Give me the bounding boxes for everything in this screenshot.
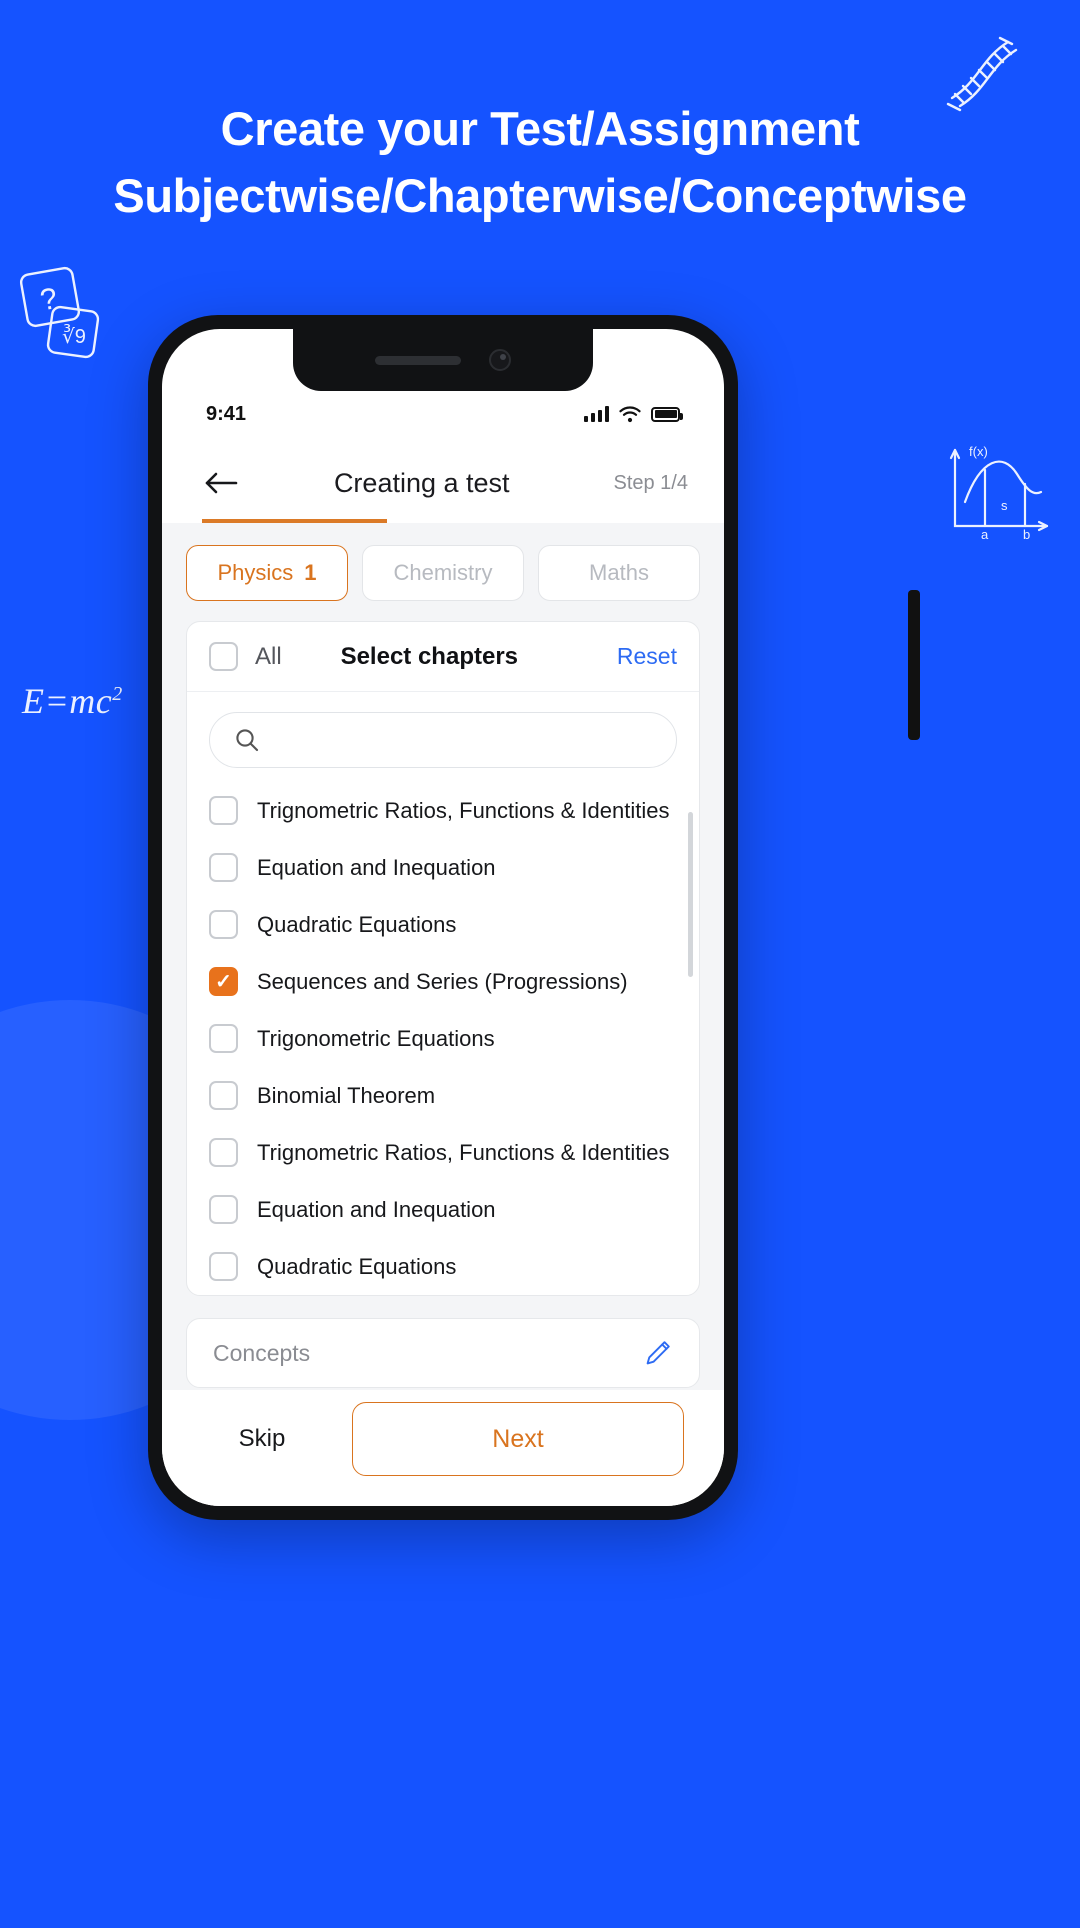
chapter-list-item[interactable]: Trignometric Ratios, Functions & Identit… [187, 782, 699, 839]
chapter-list-item[interactable]: Binomial Theorem [187, 1067, 699, 1124]
chapter-list-item[interactable]: Equation and Inequation [187, 1181, 699, 1238]
chapter-list-item[interactable]: Quadratic Equations [187, 1238, 699, 1295]
headline-line-1: Create your Test/Assignment [220, 102, 860, 155]
status-time: 9:41 [206, 402, 247, 425]
search-input[interactable] [272, 728, 652, 752]
tab-maths-label: Maths [589, 560, 649, 585]
chapter-checkbox[interactable] [209, 1081, 238, 1110]
chapters-card-header: All Select chapters Reset [187, 622, 699, 692]
chapter-label: Trignometric Ratios, Functions & Identit… [257, 797, 670, 823]
tab-physics-count: 1 [304, 560, 317, 585]
phone-screen: 9:41 Creating a test Step 1/4 Physics 1 … [162, 329, 724, 1506]
concepts-placeholder: Concepts [213, 1339, 311, 1366]
app-header: Creating a test Step 1/4 [162, 447, 724, 519]
svg-text:s: s [1001, 498, 1008, 513]
chapter-checkbox[interactable] [209, 796, 238, 825]
chapter-list-item[interactable]: Quadratic Equations [187, 896, 699, 953]
concepts-field[interactable]: Concepts [186, 1318, 700, 1388]
chapter-checkbox[interactable] [209, 1195, 238, 1224]
chapter-list-scrollbar[interactable] [688, 812, 693, 977]
question-block-doodle: ? ∛9 [19, 266, 100, 359]
svg-text:a: a [981, 527, 989, 540]
subject-tabs: Physics 1 Chemistry Maths [186, 545, 700, 601]
chapter-label: Quadratic Equations [257, 1253, 457, 1279]
chapter-checkbox[interactable] [209, 853, 238, 882]
svg-text:f(x): f(x) [969, 444, 988, 459]
next-button[interactable]: Next [352, 1402, 684, 1476]
page-headline: Create your Test/Assignment Subjectwise/… [0, 98, 1080, 227]
svg-text:∛9: ∛9 [62, 324, 86, 348]
chapter-label: Equation and Inequation [257, 1196, 496, 1222]
chapter-checkbox[interactable] [209, 1024, 238, 1053]
chapter-checkbox[interactable] [209, 1138, 238, 1167]
phone-power-button [908, 590, 920, 740]
chapters-card-title: Select chapters [340, 642, 518, 670]
status-icons [584, 405, 683, 423]
app-footer: Skip Next [162, 1390, 724, 1506]
signal-bars-icon [584, 406, 609, 422]
chapters-card: All Select chapters Reset Trignometric R… [186, 621, 700, 1296]
select-all-checkbox[interactable] [209, 642, 238, 671]
chapter-label: Equation and Inequation [257, 854, 496, 880]
chapter-label: Trignometric Ratios, Functions & Identit… [257, 1139, 670, 1165]
fx-graph-doodle: f(x) s a b [949, 444, 1049, 540]
chapter-label: Trigonometric Equations [257, 1025, 495, 1051]
search-area [187, 692, 699, 782]
tab-chemistry[interactable]: Chemistry [362, 545, 524, 601]
tab-chemistry-label: Chemistry [393, 560, 493, 585]
chapter-checkbox[interactable] [209, 910, 238, 939]
front-camera-icon [489, 349, 511, 371]
tab-physics-label: Physics [217, 560, 294, 585]
earpiece-speaker [375, 355, 461, 365]
step-indicator: Step 1/4 [613, 471, 688, 494]
search-box[interactable] [209, 712, 677, 768]
chapter-list-item[interactable]: Trignometric Ratios, Functions & Identit… [187, 1124, 699, 1181]
emc-text: E=mc [22, 681, 113, 721]
tab-physics[interactable]: Physics 1 [186, 545, 348, 601]
chapter-label: Sequences and Series (Progressions) [257, 968, 628, 994]
search-icon [236, 729, 259, 752]
svg-text:?: ? [38, 282, 60, 317]
skip-button[interactable]: Skip [202, 1425, 322, 1453]
page-title: Creating a test [333, 467, 510, 498]
chapter-list-item[interactable]: Equation and Inequation [187, 839, 699, 896]
phone-notch [293, 329, 593, 391]
status-bar: 9:41 [162, 391, 724, 437]
battery-icon [651, 406, 683, 422]
chapter-list-item[interactable]: Sequences and Series (Progressions) [187, 953, 699, 1010]
wifi-icon [619, 406, 641, 423]
app-content: Physics 1 Chemistry Maths All Select cha… [162, 523, 724, 1390]
chapter-label: Binomial Theorem [257, 1082, 436, 1108]
emc2-doodle: E=mc2 [22, 680, 123, 722]
chapter-list: Trignometric Ratios, Functions & Identit… [187, 782, 699, 1295]
chapter-list-item[interactable]: Trigonometric Equations [187, 1010, 699, 1067]
emc-exponent: 2 [112, 683, 123, 705]
chapter-checkbox[interactable] [209, 967, 238, 996]
chapter-checkbox[interactable] [209, 1252, 238, 1281]
tab-maths[interactable]: Maths [538, 545, 700, 601]
svg-text:b: b [1023, 527, 1030, 540]
reset-link[interactable]: Reset [617, 643, 677, 670]
headline-line-2: Subjectwise/Chapterwise/Conceptwise [113, 168, 967, 222]
phone-mockup: 9:41 Creating a test Step 1/4 Physics 1 … [148, 315, 738, 1520]
chapter-label: Quadratic Equations [257, 911, 457, 937]
pencil-edit-icon[interactable] [643, 1338, 673, 1368]
